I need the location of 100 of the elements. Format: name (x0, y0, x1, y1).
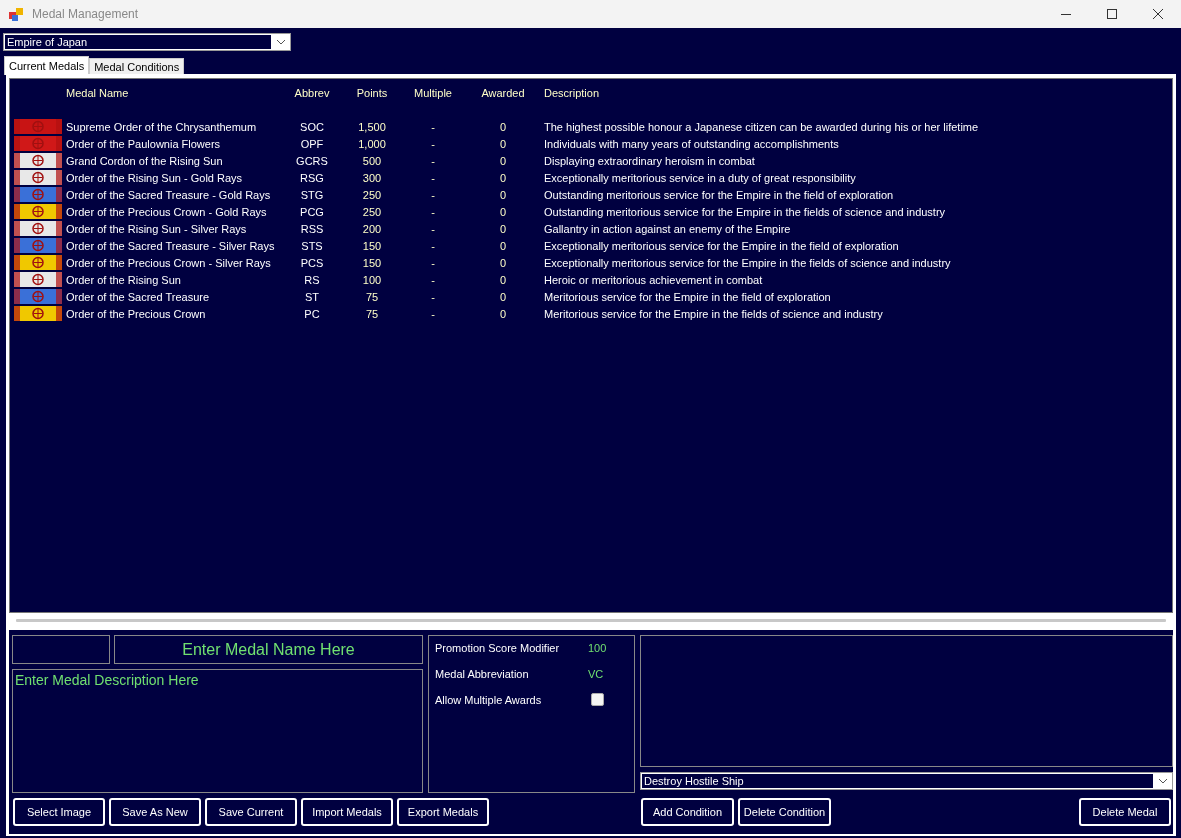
table-cell-text: Exceptionally meritorious service in a duty of great responsibility (543, 170, 857, 186)
table-cell-text: OPF (299, 136, 325, 152)
table-cell-text: 0 (498, 153, 508, 169)
table-cell-text: RSG (299, 170, 325, 186)
column-header: Description (543, 86, 601, 101)
table-cell-text: - (430, 136, 436, 152)
table-cell-text: 0 (498, 306, 508, 322)
table-cell-text: 250 (361, 187, 383, 203)
table-cell-text: 250 (361, 204, 383, 220)
medal-image-box[interactable] (12, 635, 110, 664)
table-cell-text: Supreme Order of the Chrysanthemum (66, 119, 258, 135)
table-cell-text: 0 (498, 238, 508, 254)
table-cell-text: - (430, 170, 436, 186)
property-value: VC (588, 667, 604, 680)
table-cell-text: PCS (299, 255, 325, 271)
table-cell-text: The highest possible honour a Japanese citizen can be awarded during his or her lifetime (543, 119, 979, 135)
table-cell-text: Order of the Sacred Treasure - Silver Rays (66, 238, 276, 254)
table-cell-text: - (430, 204, 436, 220)
table-cell-text: - (430, 255, 436, 271)
delete-medal-button[interactable]: Delete Medal (1079, 798, 1171, 826)
table-cell-text: 0 (498, 204, 508, 220)
column-header: Awarded (480, 86, 526, 101)
property-label: Promotion Score Modifier (435, 641, 561, 654)
table-cell-text: - (430, 289, 436, 305)
column-header: Multiple (413, 86, 453, 101)
column-header: Medal Name (66, 86, 130, 101)
table-cell-text: Order of the Precious Crown - Gold Rays (66, 204, 268, 220)
table-cell-text: 0 (498, 187, 508, 203)
table-cell-text: 75 (364, 289, 380, 305)
table-cell-text: Order of the Precious Crown (66, 306, 207, 322)
table-cell-text: - (430, 119, 436, 135)
table-cell-text: Meritorious service for the Empire in the field of exploration (543, 289, 832, 305)
app-icon (8, 6, 24, 22)
close-icon[interactable] (1153, 9, 1163, 19)
table-cell-text: Order of the Sacred Treasure (66, 289, 211, 305)
property-value: 100 (588, 641, 607, 654)
table-cell-text: Order of the Precious Crown - Silver Rays (66, 255, 272, 271)
table-cell-text: 0 (498, 272, 508, 288)
table-cell-text: Displaying extraordinary heroism in combat (543, 153, 756, 169)
table-cell-text: PC (303, 306, 321, 322)
table-cell-text: GCRS (295, 153, 329, 169)
table-cell-text: Order of the Sacred Treasure - Gold Rays (66, 187, 272, 203)
table-cell-text: Heroic or meritorious achievement in combat (543, 272, 764, 288)
checkbox[interactable] (591, 693, 604, 706)
action-button[interactable]: Save Current (205, 798, 297, 826)
table-cell-text: RSS (299, 221, 325, 237)
column-header: Points (355, 86, 389, 101)
table-cell-text: ST (303, 289, 321, 305)
table-cell-text: STS (300, 238, 324, 254)
property-label: Medal Abbreviation (435, 667, 530, 680)
table-cell-text: - (430, 153, 436, 169)
table-cell-text: - (430, 187, 436, 203)
table-cell-text: Order of the Rising Sun - Silver Rays (66, 221, 248, 237)
table-cell-text: Order of the Paulownia Flowers (66, 136, 222, 152)
table-cell-text: SOC (299, 119, 325, 135)
condition-button[interactable]: Delete Condition (738, 798, 831, 826)
table-cell-text: 500 (361, 153, 383, 169)
maximize-icon[interactable] (1107, 9, 1117, 19)
table-cell-text: 0 (498, 170, 508, 186)
table-cell-text: Exceptionally meritorious service for the Empire in the fields of science and industry (543, 255, 952, 271)
property-label: Allow Multiple Awards (435, 693, 543, 706)
table-cell-text: 100 (361, 272, 383, 288)
action-button[interactable]: Save As New (109, 798, 201, 826)
medal-description-field[interactable]: Enter Medal Description Here (12, 669, 423, 793)
table-cell-text: 0 (498, 255, 508, 271)
table-cell-text: - (430, 306, 436, 322)
column-header: Abbrev (293, 86, 331, 101)
table-cell-text: Meritorious service for the Empire in the fields of science and industry (543, 306, 884, 322)
race-dropdown[interactable]: Empire of Japan (3, 33, 291, 51)
table-cell-text: Order of the Rising Sun (66, 272, 182, 288)
table-cell-text: 1,500 (357, 119, 387, 135)
tab[interactable]: Current Medals (4, 56, 90, 75)
table-cell-text: Outstanding meritorious service for the Empire in the field of exploration (543, 187, 895, 203)
condition-dropdown[interactable]: Destroy Hostile Ship (640, 772, 1173, 790)
table-cell-text: 150 (361, 238, 383, 254)
table-cell-text: 0 (498, 119, 508, 135)
table-cell-text: 200 (361, 221, 383, 237)
minimize-icon[interactable] (1061, 13, 1071, 15)
table-cell-text: RS (303, 272, 321, 288)
table-cell-text: 0 (498, 221, 508, 237)
table-cell-text: Grand Cordon of the Rising Sun (66, 153, 224, 169)
action-button[interactable]: Export Medals (397, 798, 489, 826)
table-cell-text: 300 (361, 170, 383, 186)
table-cell-text: 150 (361, 255, 383, 271)
window-title: Medal Management (32, 7, 140, 21)
action-button[interactable]: Import Medals (301, 798, 393, 826)
table-cell-text: 1,000 (357, 136, 387, 152)
table-cell-text: PCG (299, 204, 325, 220)
table-cell-text: Outstanding meritorious service for the Empire in the fields of science and industry (543, 204, 947, 220)
condition-button[interactable]: Add Condition (641, 798, 734, 826)
action-button[interactable]: Select Image (13, 798, 105, 826)
table-cell-text: - (430, 221, 436, 237)
scrollbar[interactable] (16, 619, 1166, 622)
table-cell-text: Gallantry in action against an enemy of the Empire (543, 221, 792, 237)
table-cell-text: STG (299, 187, 325, 203)
table-cell-text: Order of the Rising Sun - Gold Rays (66, 170, 244, 186)
table-cell-text: - (430, 272, 436, 288)
table-cell-text: - (430, 238, 436, 254)
table-cell-text: Individuals with many years of outstanding accomplishments (543, 136, 840, 152)
medal-name-field[interactable]: Enter Medal Name Here (114, 635, 423, 664)
